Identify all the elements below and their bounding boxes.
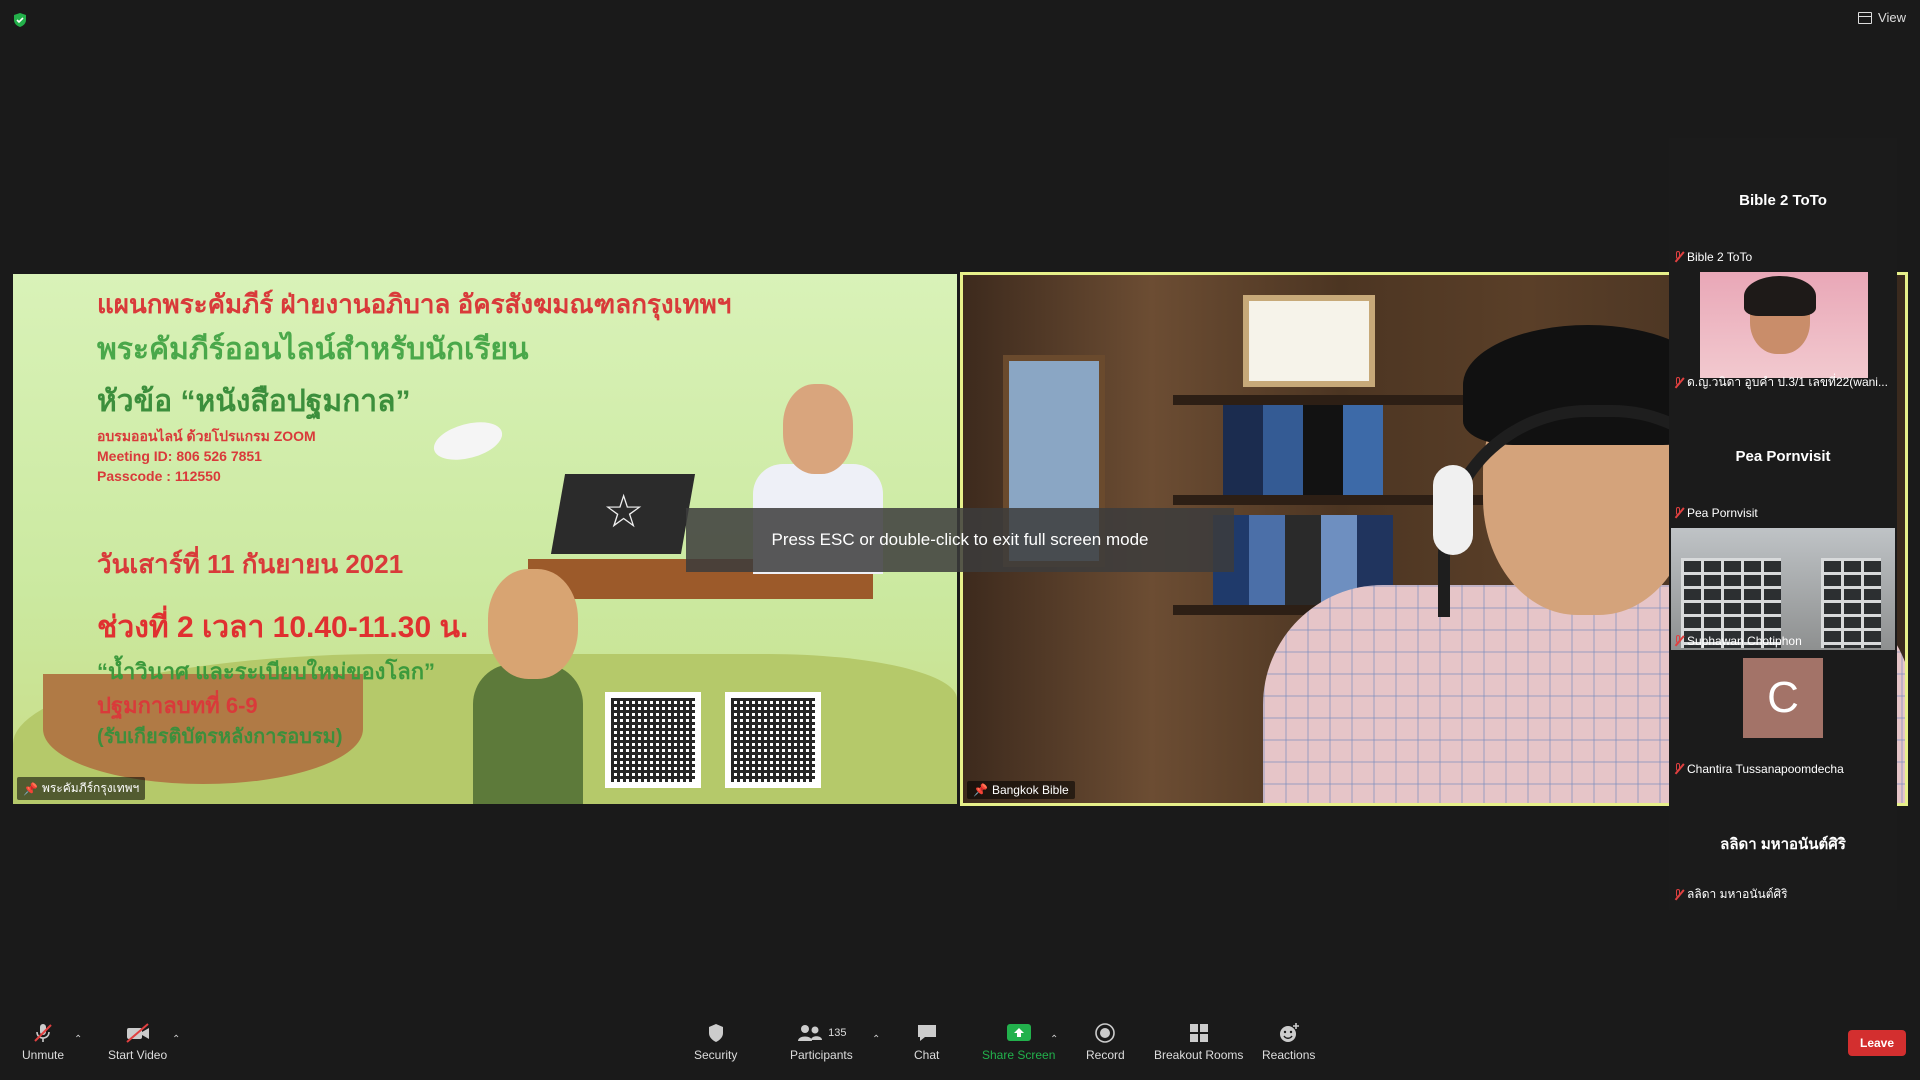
- photo-frame: [1243, 295, 1375, 387]
- unmute-label: Unmute: [22, 1048, 65, 1062]
- breakout-rooms-button[interactable]: Breakout Rooms: [1154, 1020, 1243, 1062]
- participants-options-caret[interactable]: ⌃: [872, 1034, 880, 1045]
- poster-chapter: ปฐมกาลบทที่ 6-9: [97, 693, 258, 718]
- poster-noah-body: [473, 664, 583, 804]
- poster-date: วันเสาร์ที่ 11 กันยายน 2021: [97, 549, 404, 579]
- chat-label: Chat: [914, 1048, 940, 1062]
- share-screen-icon: [1006, 1024, 1031, 1041]
- speaker-name-label: Bangkok Bible: [991, 783, 1069, 797]
- mic-muted-icon: [1673, 888, 1683, 901]
- reactions-smiley-icon: [1279, 1023, 1299, 1042]
- participants-count: 135: [828, 1027, 847, 1039]
- video-options-caret[interactable]: ⌃: [172, 1034, 180, 1045]
- mic-muted-icon: [1673, 635, 1683, 647]
- grid-view-icon: [1858, 11, 1873, 24]
- poster-slot: ช่วงที่ 2 เวลา 10.40-11.30 น.: [97, 611, 469, 644]
- share-name-label: พระคัมภีร์กรุงเทพฯ: [41, 781, 140, 795]
- leave-button[interactable]: Leave: [1848, 1030, 1906, 1056]
- girl-hair: [1744, 276, 1816, 316]
- view-label: View: [1878, 10, 1906, 25]
- star-icon: ☆: [603, 485, 645, 537]
- poster-info-1: อบรมออนไลน์ ด้วยโปรแกรม ZOOM: [97, 428, 316, 444]
- mic-muted-icon: [1673, 376, 1683, 389]
- participants-label: Participants: [790, 1048, 853, 1062]
- participant-tag: Bible 2 ToTo: [1687, 250, 1753, 264]
- record-label: Record: [1086, 1048, 1125, 1062]
- books-row-2: [1223, 405, 1383, 495]
- mic-muted-icon: [34, 1024, 52, 1042]
- mic-muted-icon: [1673, 507, 1683, 519]
- poster-info: อบรมออนไลน์ ด้วยโปรแกรม ZOOM Meeting ID:…: [97, 426, 316, 486]
- record-icon: [1095, 1023, 1116, 1043]
- start-video-label: Start Video: [108, 1048, 168, 1062]
- participant-name-big: ลลิดา มหาอนันต์ศิริ: [1720, 836, 1846, 853]
- share-screen-label: Share Screen: [982, 1048, 1056, 1062]
- reactions-label: Reactions: [1262, 1048, 1316, 1062]
- breakout-rooms-icon: [1189, 1024, 1208, 1042]
- participant-tile-wanida[interactable]: ด.ญ.วนิดา อูบคำ ป.3/1 เลขที่22(wani...: [1669, 266, 1897, 394]
- participant-tile-pea[interactable]: Pea Pornvisit Pea Pornvisit: [1669, 394, 1897, 522]
- breakout-rooms-label: Breakout Rooms: [1154, 1048, 1244, 1062]
- speaker-name-tag: 📌 Bangkok Bible: [967, 781, 1075, 799]
- meeting-toolbar: Unmute ⌃ Start Video ⌃ Security 135 Part…: [0, 1010, 1920, 1080]
- mic-muted-icon: [1673, 763, 1683, 775]
- poster-topic: “น้ำวินาศ และระเบียบใหม่ของโลก”: [97, 659, 436, 684]
- participant-tile-suphawan[interactable]: Suphawan Chotiphon: [1669, 522, 1897, 652]
- share-options-caret[interactable]: ⌃: [1050, 1034, 1058, 1045]
- chat-bubble-icon: [917, 1025, 936, 1041]
- participant-strip[interactable]: Bible 2 ToTo Bible 2 ToTo ด.ญ.วนิดา อูบค…: [1669, 138, 1897, 910]
- poster-info-2: Meeting ID: 806 526 7851: [97, 448, 262, 464]
- poster-line-2: พระคัมภีร์ออนไลน์สำหรับนักเรียน: [97, 333, 529, 366]
- participant-name-big: Pea Pornvisit: [1735, 448, 1831, 465]
- poster-cert: (รับเกียรติบัตรหลังการอบรม): [97, 726, 343, 748]
- share-screen-button[interactable]: Share Screen: [982, 1020, 1055, 1062]
- security-button[interactable]: Security: [694, 1020, 737, 1062]
- poster-line-1: แผนกพระคัมภีร์ ฝ่ายงานอภิบาล อัครสังฆมณฑ…: [97, 289, 732, 319]
- security-shield-icon: [708, 1024, 723, 1042]
- encryption-shield-icon[interactable]: [12, 12, 28, 28]
- participant-tile-lalida[interactable]: ลลิดา มหาอนันต์ศิริ ลลิดา มหาอนันต์ศิริ: [1669, 778, 1897, 906]
- unmute-button[interactable]: Unmute: [22, 1020, 64, 1062]
- avatar: C: [1743, 658, 1823, 738]
- fullscreen-toast: Press ESC or double-click to exit full s…: [686, 508, 1234, 572]
- security-label: Security: [694, 1048, 738, 1062]
- headphone-ear: [1433, 465, 1473, 555]
- mic-muted-icon: [1673, 251, 1683, 263]
- poster-info-3: Passcode : 112550: [97, 468, 221, 484]
- reactions-button[interactable]: Reactions: [1262, 1020, 1315, 1062]
- participant-tag: Suphawan Chotiphon: [1687, 634, 1802, 648]
- participants-button[interactable]: 135 Participants: [790, 1020, 853, 1062]
- pin-icon: 📌: [973, 783, 988, 797]
- chat-button[interactable]: Chat: [914, 1020, 939, 1062]
- record-button[interactable]: Record: [1086, 1020, 1125, 1062]
- share-name-tag: 📌 พระคัมภีร์กรุงเทพฯ: [17, 777, 146, 800]
- participants-icon: [798, 1025, 823, 1041]
- participant-tile-bible2toto[interactable]: Bible 2 ToTo Bible 2 ToTo: [1669, 138, 1897, 266]
- video-off-icon: [125, 1023, 149, 1043]
- participant-tag: Chantira Tussanapoomdecha: [1687, 762, 1844, 776]
- room-window: [1821, 558, 1881, 648]
- participant-tile-chantira[interactable]: C Chantira Tussanapoomdecha: [1669, 650, 1897, 778]
- view-button[interactable]: View: [1858, 10, 1906, 25]
- participant-name-big: Bible 2 ToTo: [1739, 192, 1827, 209]
- start-video-button[interactable]: Start Video: [108, 1020, 167, 1062]
- participant-tag: Pea Pornvisit: [1687, 506, 1758, 520]
- poster-dove-image: [429, 415, 507, 467]
- poster-line-3: หัวข้อ “หนังสือปฐมกาล”: [97, 385, 411, 418]
- participant-video-girl: [1700, 272, 1868, 378]
- pin-icon: 📌: [23, 781, 38, 796]
- participant-tag: ลลิดา มหาอนันต์ศิริ: [1687, 887, 1788, 901]
- qr-code-2: [725, 692, 821, 788]
- poster-presenter-head: [783, 384, 853, 474]
- participant-tag: ด.ญ.วนิดา อูบคำ ป.3/1 เลขที่22(wani...: [1687, 375, 1888, 389]
- poster-noah-head: [488, 569, 578, 679]
- qr-code-1: [605, 692, 701, 788]
- audio-options-caret[interactable]: ⌃: [74, 1034, 82, 1045]
